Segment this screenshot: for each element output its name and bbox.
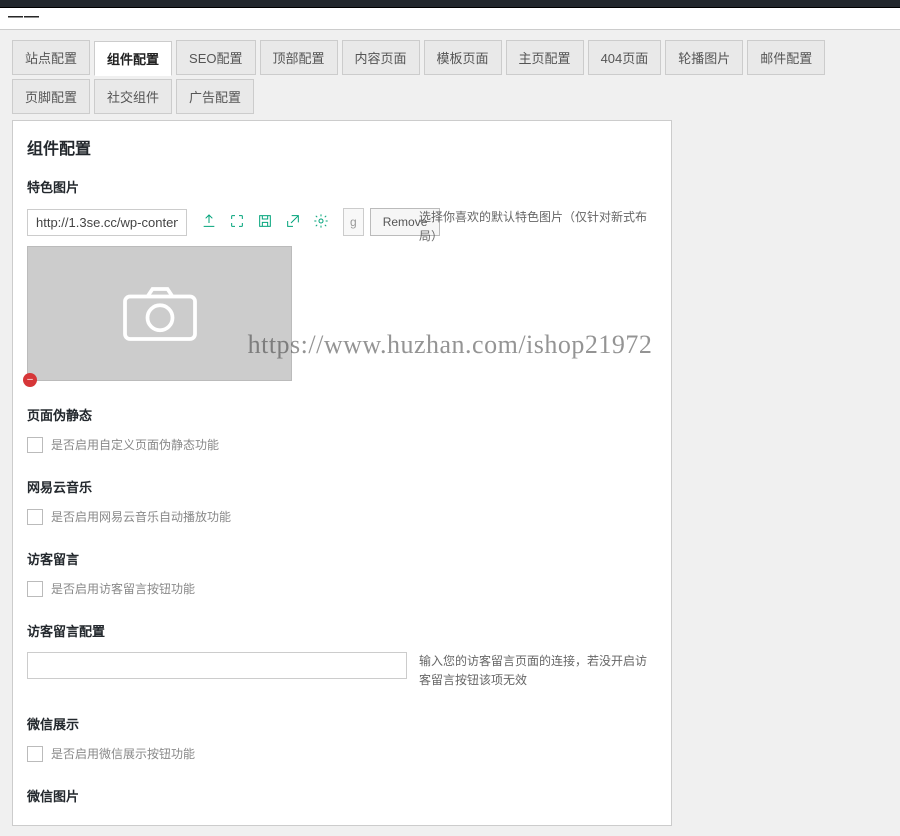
featured-url-input[interactable]: [27, 209, 187, 236]
suffix-label: g: [343, 208, 364, 236]
upload-icon[interactable]: [201, 213, 217, 232]
static-chk-label: 是否启用自定义页面伪静态功能: [51, 436, 219, 453]
guestbook-chk-label: 是否启用访客留言按钮功能: [51, 580, 195, 597]
config-tabs: 站点配置组件配置SEO配置顶部配置内容页面模板页面主页配置404页面轮播图片邮件…: [12, 40, 888, 114]
guestbook-label: 访客留言: [27, 549, 657, 568]
camera-icon: [120, 284, 200, 344]
guestbook-cfg-label: 访客留言配置: [27, 621, 657, 640]
section-featured-image: 特色图片 g Re: [27, 177, 657, 381]
tab-6[interactable]: 主页配置: [506, 40, 584, 75]
share-icon[interactable]: [285, 213, 301, 232]
config-panel: 组件配置 特色图片: [12, 120, 672, 826]
tab-10[interactable]: 页脚配置: [12, 79, 90, 114]
featured-desc: 选择你喜欢的默认特色图片（仅针对新式布局）: [419, 208, 657, 246]
tab-7[interactable]: 404页面: [588, 40, 662, 75]
tab-5[interactable]: 模板页面: [424, 40, 502, 75]
section-wechat: 微信展示 是否启用微信展示按钮功能: [27, 714, 657, 762]
guestbook-checkbox[interactable]: [27, 581, 43, 597]
tab-11[interactable]: 社交组件: [94, 79, 172, 114]
tab-1[interactable]: 组件配置: [94, 41, 172, 76]
tab-0[interactable]: 站点配置: [12, 40, 90, 75]
netease-label: 网易云音乐: [27, 477, 657, 496]
media-toolbar: [193, 213, 337, 232]
panel-title: 组件配置: [27, 135, 657, 159]
static-checkbox[interactable]: [27, 437, 43, 453]
wechat-checkbox[interactable]: [27, 746, 43, 762]
tab-12[interactable]: 广告配置: [176, 79, 254, 114]
wechat-chk-label: 是否启用微信展示按钮功能: [51, 745, 195, 762]
gear-icon[interactable]: [313, 213, 329, 232]
admin-topbar: [0, 0, 900, 8]
tab-8[interactable]: 轮播图片: [665, 40, 743, 75]
expand-icon[interactable]: [229, 213, 245, 232]
wechat-img-label: 微信图片: [27, 786, 657, 805]
featured-label: 特色图片: [27, 177, 657, 196]
tab-4[interactable]: 内容页面: [342, 40, 420, 75]
netease-chk-label: 是否启用网易云音乐自动播放功能: [51, 508, 231, 525]
save-icon[interactable]: [257, 213, 273, 232]
guestbook-url-input[interactable]: [27, 652, 407, 679]
breadcrumb-clip: ——: [0, 8, 900, 30]
tab-9[interactable]: 邮件配置: [747, 40, 825, 75]
tab-3[interactable]: 顶部配置: [260, 40, 338, 75]
section-netease: 网易云音乐 是否启用网易云音乐自动播放功能: [27, 477, 657, 525]
section-wechat-image: 微信图片: [27, 786, 657, 805]
wechat-label: 微信展示: [27, 714, 657, 733]
image-preview: [27, 246, 292, 381]
section-guestbook-config: 访客留言配置 输入您的访客留言页面的连接，若没开启访客留言按钮该项无效: [27, 621, 657, 690]
guestbook-cfg-desc: 输入您的访客留言页面的连接，若没开启访客留言按钮该项无效: [419, 652, 657, 690]
section-guestbook: 访客留言 是否启用访客留言按钮功能: [27, 549, 657, 597]
static-label: 页面伪静态: [27, 405, 657, 424]
breadcrumb-text: ——: [8, 8, 40, 25]
tab-2[interactable]: SEO配置: [176, 40, 255, 75]
netease-checkbox[interactable]: [27, 509, 43, 525]
delete-image-badge[interactable]: –: [23, 373, 37, 387]
section-static-page: 页面伪静态 是否启用自定义页面伪静态功能: [27, 405, 657, 453]
